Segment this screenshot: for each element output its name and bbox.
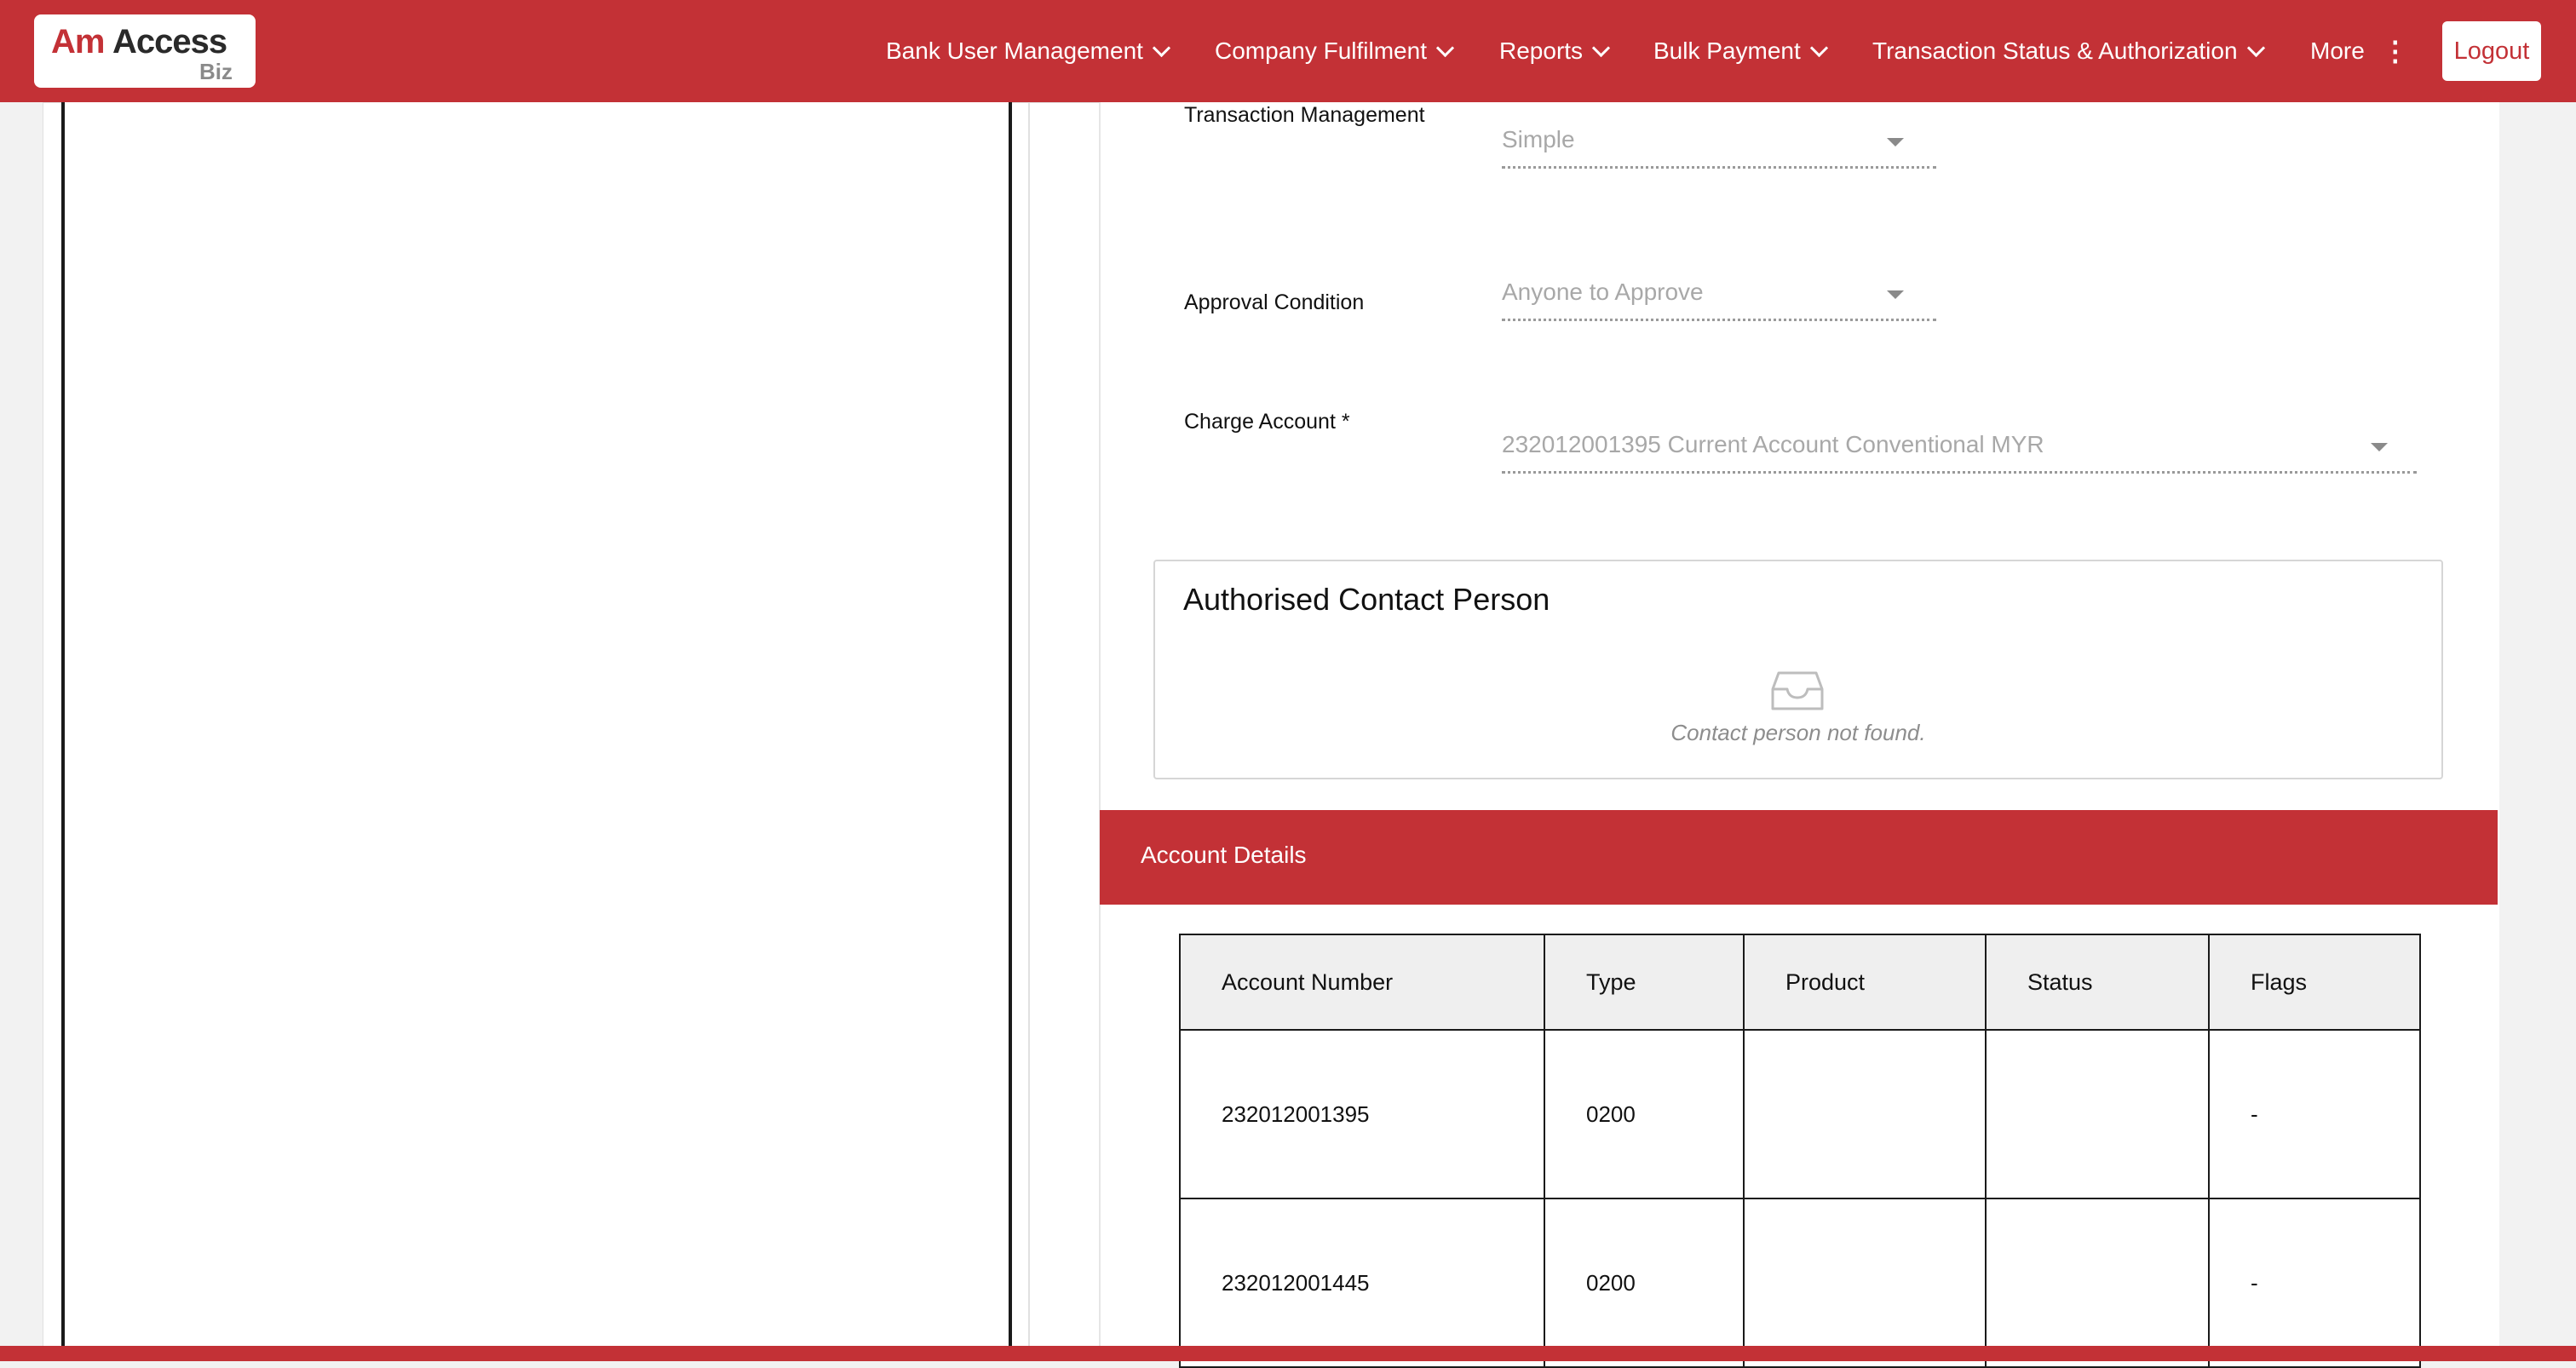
contact-panel-title: Authorised Contact Person [1183, 582, 1550, 617]
transaction-management-select[interactable]: Simple [1502, 126, 1936, 169]
cell-flags: - [2208, 1029, 2421, 1199]
amaccess-biz-logo[interactable]: Am Access Biz [34, 14, 256, 88]
nav-item-transaction-status-authorization[interactable]: Transaction Status & Authorization [1872, 0, 2265, 102]
chevron-down-icon [2246, 38, 2265, 57]
chevron-down-icon [1809, 38, 1828, 57]
account-details-header: Account Details [1100, 810, 2498, 905]
logo-access-text: Access [112, 23, 227, 60]
transaction-management-label: Transaction Management [1184, 103, 1425, 127]
logo-biz-text: Biz [199, 59, 233, 84]
left-panel-content [61, 89, 1012, 1346]
cell-status [1985, 1029, 2210, 1199]
table-row[interactable]: 232012001395 0200 - [1179, 1029, 2421, 1199]
chevron-down-icon [1152, 38, 1171, 57]
account-details-title: Account Details [1141, 842, 1307, 868]
chevron-down-icon [1591, 38, 1611, 57]
cell-type: 0200 [1544, 1198, 1745, 1368]
table-header-row: Account Number Type Product Status Flags [1179, 934, 2421, 1031]
select-value: Simple [1502, 126, 1575, 152]
top-navigation-bar: Am Access Biz Bank User Management Compa… [0, 0, 2576, 102]
nav-label: Reports [1499, 37, 1584, 64]
logout-button[interactable]: Logout [2442, 21, 2541, 81]
cell-product [1743, 1198, 1987, 1368]
nav-item-more[interactable]: More ⋮ [2310, 0, 2409, 102]
nav-item-reports[interactable]: Reports [1499, 0, 1611, 102]
nav-item-company-fulfilment[interactable]: Company Fulfilment [1215, 0, 1455, 102]
charge-account-label: Charge Account * [1184, 410, 1350, 434]
select-value: Anyone to Approve [1502, 279, 1704, 305]
nav-item-bank-user-management[interactable]: Bank User Management [886, 0, 1171, 102]
bottom-bar [0, 1346, 2576, 1361]
column-header-flags: Flags [2208, 934, 2421, 1031]
more-vertical-icon: ⋮ [2381, 36, 2409, 66]
column-header-type: Type [1544, 934, 1745, 1031]
cell-flags: - [2208, 1198, 2421, 1368]
dropdown-caret-icon [1887, 138, 1904, 147]
column-header-product: Product [1743, 934, 1987, 1031]
nav-label: Transaction Status & Authorization [1872, 37, 2238, 64]
nav-label: Bank User Management [886, 37, 1143, 64]
select-value: 232012001395 Current Account Conventiona… [1502, 431, 2044, 457]
chevron-down-icon [1435, 38, 1455, 57]
nav-item-bulk-payment[interactable]: Bulk Payment [1653, 0, 1828, 102]
cell-account-number: 232012001445 [1179, 1198, 1545, 1368]
dropdown-caret-icon [2371, 443, 2388, 451]
cell-status [1985, 1198, 2210, 1368]
charge-account-select[interactable]: 232012001395 Current Account Conventiona… [1502, 431, 2417, 474]
approval-condition-select[interactable]: Anyone to Approve [1502, 279, 1936, 321]
empty-state-text: Contact person not found. [1670, 720, 1926, 745]
nav-label: Company Fulfilment [1215, 37, 1427, 64]
cell-account-number: 232012001395 [1179, 1029, 1545, 1199]
authorised-contact-person-panel: Authorised Contact Person Contact person… [1153, 560, 2443, 779]
dropdown-caret-icon [1887, 290, 1904, 299]
inbox-icon [1771, 671, 1824, 710]
cell-product [1743, 1029, 1987, 1199]
column-header-status: Status [1985, 934, 2210, 1031]
nav-label: More [2310, 37, 2365, 64]
logo-am-text: Am [51, 23, 105, 60]
approval-condition-label: Approval Condition [1184, 290, 1365, 314]
account-details-table: Account Number Type Product Status Flags… [1179, 934, 2421, 1368]
column-header-account-number: Account Number [1179, 934, 1545, 1031]
table-row[interactable]: 232012001445 0200 - [1179, 1198, 2421, 1368]
cell-type: 0200 [1544, 1029, 1745, 1199]
nav-label: Bulk Payment [1653, 37, 1801, 64]
